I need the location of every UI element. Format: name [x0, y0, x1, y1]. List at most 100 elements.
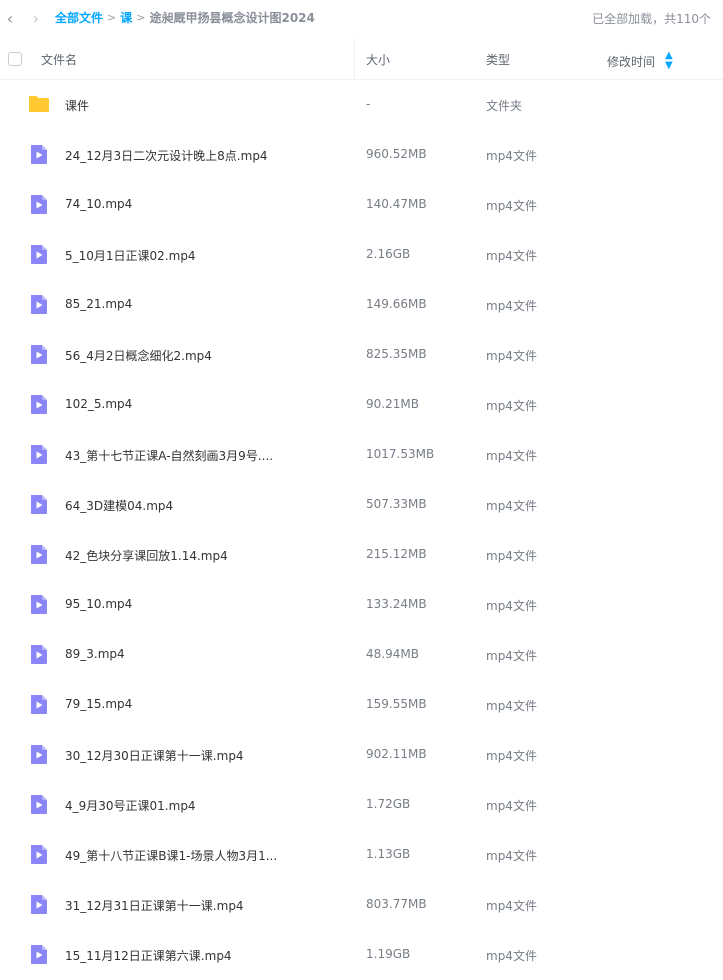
file-row[interactable]: 56_4月2日概念细化2.mp4 825.35MB mp4文件: [0, 330, 723, 380]
file-size: 159.55MB: [366, 697, 427, 711]
file-type: mp4文件: [486, 949, 537, 963]
file-type: mp4文件: [486, 399, 537, 413]
video-file-icon: [28, 593, 50, 615]
file-name[interactable]: 64_3D建模04.mp4: [65, 497, 173, 514]
file-row[interactable]: 5_10月1日正课02.mp4 2.16GB mp4文件: [0, 230, 723, 280]
file-type: mp4文件: [486, 599, 537, 613]
file-size: 902.11MB: [366, 747, 427, 761]
file-name[interactable]: 74_10.mp4: [65, 197, 132, 211]
video-file-icon: [28, 543, 50, 565]
file-size: 48.94MB: [366, 647, 419, 661]
file-row[interactable]: 15_11月12日正课第六课.mp4 1.19GB mp4文件: [0, 930, 723, 980]
file-size: 215.12MB: [366, 547, 427, 561]
file-name[interactable]: 43_第十七节正课A-自然刻画3月9号....: [65, 447, 273, 464]
column-header-size[interactable]: 大小: [366, 51, 390, 68]
file-name[interactable]: 31_12月31日正课第十一课.mp4: [65, 897, 244, 914]
file-name[interactable]: 课件: [65, 97, 89, 114]
video-file-icon: [28, 493, 50, 515]
video-file-icon: [28, 243, 50, 265]
file-row[interactable]: 课件 - 文件夹: [0, 80, 723, 130]
video-file-icon: [28, 443, 50, 465]
file-name[interactable]: 4_9月30号正课01.mp4: [65, 797, 196, 814]
file-name[interactable]: 30_12月30日正课第十一课.mp4: [65, 747, 244, 764]
breadcrumb: 全部文件 > 课 > 途昶厩甲扬昙概念设计图2024: [55, 9, 315, 26]
file-name[interactable]: 49_第十八节正课B课1-场景人物3月1...: [65, 847, 277, 864]
video-file-icon: [28, 943, 50, 965]
file-name[interactable]: 95_10.mp4: [65, 597, 132, 611]
file-type: mp4文件: [486, 499, 537, 513]
file-size: 149.66MB: [366, 297, 427, 311]
file-name[interactable]: 89_3.mp4: [65, 647, 125, 661]
file-size: 825.35MB: [366, 347, 427, 361]
video-file-icon: [28, 143, 50, 165]
breadcrumb-root[interactable]: 全部文件: [55, 9, 103, 26]
file-size: 90.21MB: [366, 397, 419, 411]
file-name[interactable]: 5_10月1日正课02.mp4: [65, 247, 196, 264]
video-file-icon: [28, 343, 50, 365]
file-size: 2.16GB: [366, 247, 411, 261]
file-row[interactable]: 74_10.mp4 140.47MB mp4文件: [0, 180, 723, 230]
file-name[interactable]: 42_色块分享课回放1.14.mp4: [65, 547, 228, 564]
file-name[interactable]: 24_12月3日二次元设计晚上8点.mp4: [65, 147, 268, 164]
chevron-right-icon[interactable]: ›: [26, 8, 46, 28]
sort-descending-icon[interactable]: ▲ ▼: [665, 51, 673, 71]
file-row[interactable]: 4_9月30号正课01.mp4 1.72GB mp4文件: [0, 780, 723, 830]
file-type: mp4文件: [486, 449, 537, 463]
select-all-checkbox[interactable]: [8, 52, 22, 66]
video-file-icon: [28, 793, 50, 815]
file-name[interactable]: 79_15.mp4: [65, 697, 132, 711]
file-type: mp4文件: [486, 749, 537, 763]
top-bar: ‹ › 全部文件 > 课 > 途昶厩甲扬昙概念设计图2024 已全部加载，共11…: [0, 0, 723, 36]
file-row[interactable]: 89_3.mp4 48.94MB mp4文件: [0, 630, 723, 680]
file-row[interactable]: 102_5.mp4 90.21MB mp4文件: [0, 380, 723, 430]
file-size: 1.72GB: [366, 797, 411, 811]
file-type: mp4文件: [486, 549, 537, 563]
breadcrumb-separator: >: [107, 11, 117, 24]
file-name[interactable]: 85_21.mp4: [65, 297, 132, 311]
file-list-header: 文件名 大小 类型 修改时间 ▲ ▼: [0, 38, 723, 80]
file-row[interactable]: 85_21.mp4 149.66MB mp4文件: [0, 280, 723, 330]
breadcrumb-separator: >: [136, 11, 146, 24]
chevron-left-icon[interactable]: ‹: [0, 8, 20, 28]
video-file-icon: [28, 893, 50, 915]
file-name[interactable]: 15_11月12日正课第六课.mp4: [65, 947, 232, 964]
file-size: 133.24MB: [366, 597, 427, 611]
file-row[interactable]: 24_12月3日二次元设计晚上8点.mp4 960.52MB mp4文件: [0, 130, 723, 180]
breadcrumb-level1[interactable]: 课: [120, 9, 132, 26]
column-header-mtime[interactable]: 修改时间 ▲ ▼: [607, 51, 673, 71]
column-header-type[interactable]: 类型: [486, 51, 510, 68]
file-size: 1.13GB: [366, 847, 411, 861]
file-type: 文件夹: [486, 99, 523, 113]
file-row[interactable]: 64_3D建模04.mp4 507.33MB mp4文件: [0, 480, 723, 530]
column-divider: [354, 38, 355, 80]
file-row[interactable]: 79_15.mp4 159.55MB mp4文件: [0, 680, 723, 730]
file-type: mp4文件: [486, 149, 537, 163]
video-file-icon: [28, 193, 50, 215]
video-file-icon: [28, 293, 50, 315]
file-type: mp4文件: [486, 249, 537, 263]
column-header-mtime-label: 修改时间: [607, 54, 656, 69]
file-type: mp4文件: [486, 349, 537, 363]
file-row[interactable]: 43_第十七节正课A-自然刻画3月9号.... 1017.53MB mp4文件: [0, 430, 723, 480]
file-row[interactable]: 31_12月31日正课第十一课.mp4 803.77MB mp4文件: [0, 880, 723, 930]
file-type: mp4文件: [486, 849, 537, 863]
video-file-icon: [28, 693, 50, 715]
file-type: mp4文件: [486, 799, 537, 813]
file-type: mp4文件: [486, 299, 537, 313]
file-name[interactable]: 102_5.mp4: [65, 397, 132, 411]
file-name[interactable]: 56_4月2日概念细化2.mp4: [65, 347, 212, 364]
column-header-name[interactable]: 文件名: [41, 51, 77, 68]
file-size: 507.33MB: [366, 497, 427, 511]
breadcrumb-current: 途昶厩甲扬昙概念设计图2024: [149, 11, 315, 25]
file-list: 课件 - 文件夹 24_12月3日二次元设计晚上8点.mp4 960.52MB mp4文件…: [0, 80, 723, 980]
file-size: -: [366, 97, 371, 111]
video-file-icon: [28, 843, 50, 865]
file-size: 1.19GB: [366, 947, 411, 961]
file-row[interactable]: 42_色块分享课回放1.14.mp4 215.12MB mp4文件: [0, 530, 723, 580]
file-row[interactable]: 30_12月30日正课第十一课.mp4 902.11MB mp4文件: [0, 730, 723, 780]
file-type: mp4文件: [486, 699, 537, 713]
file-row[interactable]: 49_第十八节正课B课1-场景人物3月1... 1.13GB mp4文件: [0, 830, 723, 880]
file-row[interactable]: 95_10.mp4 133.24MB mp4文件: [0, 580, 723, 630]
file-size: 960.52MB: [366, 147, 427, 161]
folder-icon: [28, 93, 50, 115]
